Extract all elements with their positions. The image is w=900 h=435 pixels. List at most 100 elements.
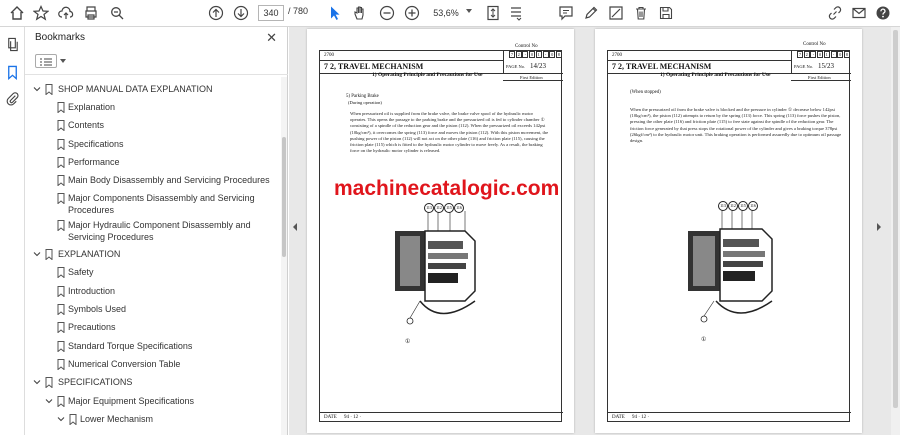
bookmark-item[interactable]: Main Body Disassembly and Servicing Proc… <box>68 174 275 186</box>
fit-page-icon[interactable] <box>484 4 502 22</box>
bookmark-icon <box>45 249 53 260</box>
link-sign-icon[interactable] <box>826 4 844 22</box>
hand-tool-icon[interactable] <box>351 4 369 22</box>
page-total: / 780 <box>288 6 309 16</box>
chevron-down-icon[interactable] <box>33 250 41 258</box>
bookmark-item[interactable]: Introduction <box>68 285 275 297</box>
bookmark-icon <box>45 84 53 95</box>
parking-brake-diagram <box>395 211 476 325</box>
page-label: PAGE No. <box>506 64 526 69</box>
eraser-icon[interactable] <box>607 4 625 22</box>
pdf-page-left: Control No 2700 72-01-08 7 2, TRAVEL MEC… <box>307 29 574 433</box>
sub-section-title: (When stopped) <box>630 90 661 95</box>
bookmark-item[interactable]: SHOP MANUAL DATA EXPLANATION <box>58 83 275 95</box>
chevron-down-icon[interactable] <box>45 397 53 405</box>
bookmark-item[interactable]: EXPLANATION <box>58 248 275 260</box>
rule <box>320 412 563 413</box>
scroll-mode-icon[interactable] <box>507 4 525 22</box>
save-icon[interactable] <box>657 4 675 22</box>
section-subheading: 1) Operating Principle and Precautions f… <box>660 72 771 78</box>
star-icon[interactable] <box>32 4 50 22</box>
toolbar: 340 / 780 53,6% <box>0 0 900 27</box>
rule <box>503 51 504 73</box>
chevron-down-icon[interactable] <box>60 59 66 63</box>
next-page-arrow-icon[interactable] <box>877 223 881 231</box>
body-text: When the pressurized oil from the brake … <box>630 107 842 144</box>
page-frame: 2700 72-01-08 7 2, TRAVEL MECHANISM 1) O… <box>607 50 851 422</box>
chevron-down-icon[interactable] <box>466 9 472 13</box>
magnifier-icon[interactable] <box>108 4 126 22</box>
doc-code: 2700 <box>324 53 334 58</box>
bookmark-item[interactable]: Major Components Disassembly and Servici… <box>68 192 275 216</box>
callout-number: 112 <box>434 203 444 213</box>
page-number: 14/23 <box>530 62 546 70</box>
control-digit-cell: - <box>542 51 549 58</box>
zoom-out-icon[interactable] <box>378 4 396 22</box>
callout-number: 116 <box>454 203 464 213</box>
bookmark-item[interactable]: Major Equipment Specifications <box>68 395 275 407</box>
chevron-down-icon[interactable] <box>33 85 41 93</box>
bookmark-item[interactable]: Precautions <box>68 321 275 333</box>
bookmark-item[interactable]: Numerical Conversion Table <box>68 358 275 370</box>
bookmark-item[interactable]: Explanation <box>68 101 275 113</box>
home-icon[interactable] <box>8 4 26 22</box>
body-text: When pressurized oil is supplied from th… <box>350 111 549 154</box>
callout-number: 112 <box>728 201 738 211</box>
rule <box>503 80 563 81</box>
sub-section-title: 5) Parking Brake <box>346 94 379 99</box>
control-digit-cell: 0 <box>549 51 556 58</box>
bookmarks-scrollbar[interactable] <box>281 77 287 435</box>
scrollbar-thumb[interactable] <box>282 137 286 257</box>
control-digit-cell: 2 <box>803 51 810 58</box>
bookmark-list: SHOP MANUAL DATA EXPLANATION Explanation C… <box>25 77 281 435</box>
bookmark-icon <box>57 304 65 315</box>
parking-brake-diagram <box>688 207 773 323</box>
document-viewer[interactable]: Control No 2700 72-01-08 7 2, TRAVEL MEC… <box>289 27 900 435</box>
page-up-icon[interactable] <box>207 4 225 22</box>
bookmark-item[interactable]: Major Hydraulic Component Disassembly an… <box>68 219 275 243</box>
close-icon[interactable]: ✕ <box>266 30 277 46</box>
control-digit-cell: 8 <box>555 51 562 58</box>
page-down-icon[interactable] <box>232 4 250 22</box>
comment-icon[interactable] <box>557 4 575 22</box>
page-number-input[interactable]: 340 <box>258 5 284 21</box>
control-digit-cell: 1 <box>823 51 830 58</box>
help-icon[interactable] <box>874 4 892 22</box>
page-number: 15/23 <box>818 62 834 70</box>
bookmarks-title: Bookmarks <box>35 32 86 43</box>
page-thumbnails-icon[interactable] <box>5 37 20 52</box>
pdf-page-right: Control No 2700 72-01-08 7 2, TRAVEL MEC… <box>595 29 862 433</box>
viewer-scrollbar[interactable] <box>891 27 900 435</box>
trash-icon[interactable] <box>632 4 650 22</box>
zoom-level-select[interactable]: 53,6% <box>428 5 464 21</box>
chevron-down-icon[interactable] <box>33 378 41 386</box>
bookmark-item[interactable]: Standard Torque Specifications <box>68 340 275 352</box>
page-label: PAGE No. <box>794 64 814 69</box>
cloud-upload-icon[interactable] <box>57 4 75 22</box>
bookmark-item[interactable]: Contents <box>68 119 275 131</box>
bookmark-options-button[interactable] <box>35 54 57 68</box>
attachment-icon[interactable] <box>5 91 20 106</box>
share-mail-icon[interactable] <box>850 4 868 22</box>
list-options-icon <box>40 58 52 66</box>
bookmark-item[interactable]: Safety <box>68 266 275 278</box>
control-no-label: Control No <box>803 42 826 47</box>
pen-icon[interactable] <box>582 4 600 22</box>
select-cursor-icon[interactable] <box>326 4 344 22</box>
zoom-in-icon[interactable] <box>403 4 421 22</box>
bookmark-item[interactable]: Performance <box>68 156 275 168</box>
bookmark-icon <box>57 157 65 168</box>
previous-page-arrow-icon[interactable] <box>293 223 297 231</box>
bookmark-item[interactable]: SPECIFICATIONS <box>58 376 275 388</box>
bookmark-icon <box>57 120 65 131</box>
print-icon[interactable] <box>82 4 100 22</box>
bookmark-item[interactable]: Lower Mechanism <box>80 413 275 425</box>
chevron-down-icon[interactable] <box>57 415 65 423</box>
bookmark-panel-icon[interactable] <box>5 65 20 80</box>
scrollbar-thumb[interactable] <box>893 30 898 408</box>
control-digit-cell: 0 <box>817 51 824 58</box>
bookmark-item[interactable]: Symbols Used <box>68 303 275 315</box>
rule <box>320 60 503 61</box>
bookmark-icon <box>57 139 65 150</box>
bookmark-item[interactable]: Specifications <box>68 138 275 150</box>
